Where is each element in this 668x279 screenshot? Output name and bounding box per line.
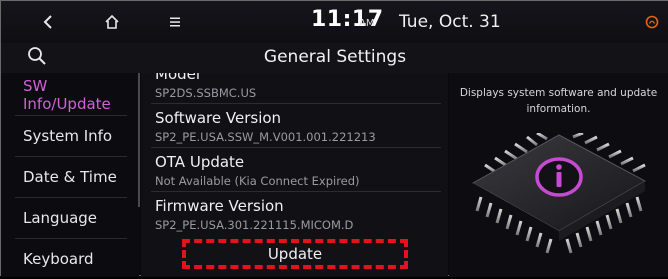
list-item-firmware-version: Firmware Version SP2_PE.USA.301.221115.M… <box>141 197 448 233</box>
row-title: Firmware Version <box>155 197 284 215</box>
sidebar-item-sw-info-update[interactable]: SW Info/Update <box>1 75 139 115</box>
sidebar-item-label: System Info <box>23 127 113 145</box>
sidebar-item-date-time[interactable]: Date & Time <box>1 157 139 197</box>
status-bar: 11:17 AM Tue, Oct. 31 <box>1 1 668 43</box>
screen: 11:17 AM Tue, Oct. 31 General Settings S… <box>0 0 668 277</box>
menu-icon <box>170 17 180 27</box>
row-value: Not Available (Kia Connect Expired) <box>155 174 360 188</box>
menu-button[interactable] <box>161 1 189 43</box>
signal-status-icon <box>645 14 659 33</box>
title-bar: General Settings <box>1 43 668 73</box>
row-title: OTA Update <box>155 153 245 171</box>
sidebar-item-label: Date & Time <box>23 168 117 186</box>
divider <box>151 191 441 192</box>
list-item-software-version: Software Version SP2_PE.USA.SSW_M.V001.0… <box>141 109 448 145</box>
sidebar-item-label: SW Info/Update <box>23 77 111 113</box>
list-item-ota-update[interactable]: OTA Update Not Available (Kia Connect Ex… <box>141 153 448 189</box>
info-description: Displays system software and update info… <box>459 87 658 115</box>
divider <box>151 103 441 104</box>
settings-list: Model SP2DS.SSBMC.US Software Version SP… <box>141 73 448 277</box>
sidebar-item-system-info[interactable]: System Info <box>1 116 139 156</box>
divider <box>151 147 441 148</box>
status-date: Tue, Oct. 31 <box>399 12 501 32</box>
info-panel: Displays system software and update info… <box>449 73 668 277</box>
row-value: SP2_PE.USA.SSW_M.V001.001.221213 <box>155 130 376 144</box>
back-chevron-icon <box>43 15 52 29</box>
sidebar-item-language[interactable]: Language <box>1 198 139 238</box>
row-value: SP2_PE.USA.301.221115.MICOM.D <box>155 218 354 232</box>
chip-info-icon <box>471 133 647 254</box>
sidebar-item-label: Language <box>23 209 98 227</box>
list-scrollbar[interactable] <box>138 73 140 207</box>
row-value: SP2DS.SSBMC.US <box>155 86 257 100</box>
page-title: General Settings <box>263 47 407 67</box>
row-title: Software Version <box>155 109 282 127</box>
back-button[interactable] <box>31 1 65 43</box>
clock-ampm: AM <box>359 18 375 29</box>
home-button[interactable] <box>95 1 129 43</box>
update-button[interactable]: Update <box>182 239 408 269</box>
sidebar-item-label: Keyboard <box>23 250 94 268</box>
row-title: Model <box>155 73 201 83</box>
sidebar-item-keyboard[interactable]: Keyboard <box>1 239 139 279</box>
list-item-model: Model SP2DS.SSBMC.US <box>141 73 448 101</box>
home-icon <box>105 14 119 29</box>
sidebar-nav: SW Info/Update System Info Date & Time L… <box>1 73 139 277</box>
